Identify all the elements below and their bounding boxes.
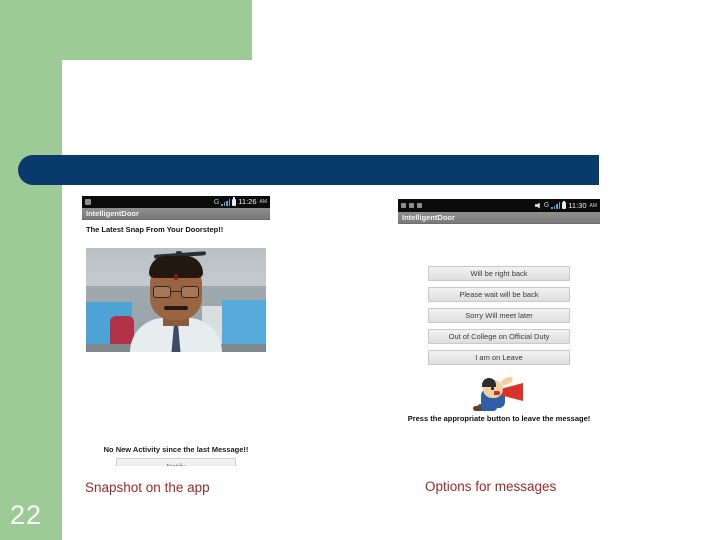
notification-icon xyxy=(85,199,91,205)
right-status-notifications xyxy=(401,203,535,208)
signal-icon xyxy=(551,202,561,209)
right-caption: Options for messages xyxy=(425,479,557,494)
green-left-column xyxy=(0,60,62,540)
right-app-title-bar: IntelligentDoor xyxy=(398,212,600,224)
right-status-bar: G 11:30 AM xyxy=(398,199,600,212)
message-option-button[interactable]: Sorry Will meet later xyxy=(428,308,570,323)
right-phone-screenshot: G 11:30 AM IntelligentDoor Will be right… xyxy=(398,199,600,433)
cartoon-eye-shape xyxy=(491,387,494,390)
left-status-notifications xyxy=(85,199,214,205)
left-footer: No New Activity since the last Message!!… xyxy=(82,445,270,466)
left-app-title-bar: IntelligentDoor xyxy=(82,208,270,220)
carrier-icon: G xyxy=(213,198,220,206)
left-app-title: IntelligentDoor xyxy=(86,209,139,218)
right-app-body: Will be right back Please wait will be b… xyxy=(398,224,600,433)
left-status-bar: G 11:26 AM xyxy=(82,196,270,208)
notification-icon xyxy=(401,203,406,208)
slide-canvas: 22 G 11:26 AM IntelligentDoor The Latest… xyxy=(0,0,720,540)
left-status-indicators: G 11:26 AM xyxy=(213,197,268,206)
cartoon-mouth-shape xyxy=(494,391,500,395)
left-caption: Snapshot on the app xyxy=(85,480,210,495)
left-heading: The Latest Snap From Your Doorstep!! xyxy=(86,225,224,234)
message-option-button[interactable]: Please wait will be back xyxy=(428,287,570,302)
message-option-button[interactable]: Out of College on Official Duty xyxy=(428,329,570,344)
battery-icon xyxy=(232,197,237,206)
instruction-text: Press the appropriate button to leave th… xyxy=(407,414,591,423)
battery-icon xyxy=(562,200,567,209)
eyeglasses-shape xyxy=(153,286,199,298)
cartoon-shoe-shape xyxy=(473,406,482,411)
moustache-shape xyxy=(164,306,188,310)
notification-icon xyxy=(417,203,422,208)
right-status-ampm: AM xyxy=(589,202,598,209)
right-status-indicators: G 11:30 AM xyxy=(534,200,598,210)
notify-button[interactable]: Notify xyxy=(116,458,236,466)
left-app-body: The Latest Snap From Your Doorstep!! No … xyxy=(82,220,270,466)
notification-icon xyxy=(409,203,414,208)
navy-title-bar xyxy=(18,155,599,185)
cartoon-hair-shape xyxy=(482,378,496,387)
left-status-time: 11:26 xyxy=(238,197,257,206)
megaphone-icon xyxy=(471,375,527,412)
right-status-time: 11:30 xyxy=(568,200,587,210)
forehead-mark-shape xyxy=(174,274,178,280)
slide-number: 22 xyxy=(10,500,43,530)
right-app-title: IntelligentDoor xyxy=(402,213,455,222)
no-activity-message: No New Activity since the last Message!! xyxy=(103,445,249,454)
carrier-icon: G xyxy=(543,202,550,209)
message-options-list: Will be right back Please wait will be b… xyxy=(428,266,570,371)
left-phone-screenshot: G 11:26 AM IntelligentDoor The Latest Sn… xyxy=(82,196,270,466)
green-top-block xyxy=(0,0,252,60)
cartoon-arm-shape xyxy=(500,375,514,387)
left-status-ampm: AM xyxy=(259,199,268,205)
message-option-button[interactable]: I am on Leave xyxy=(428,350,570,365)
mute-icon xyxy=(534,202,540,209)
signal-icon xyxy=(221,198,231,206)
doorstep-snapshot-image xyxy=(86,248,266,352)
message-option-button[interactable]: Will be right back xyxy=(428,266,570,281)
megaphone-illustration xyxy=(471,375,527,412)
